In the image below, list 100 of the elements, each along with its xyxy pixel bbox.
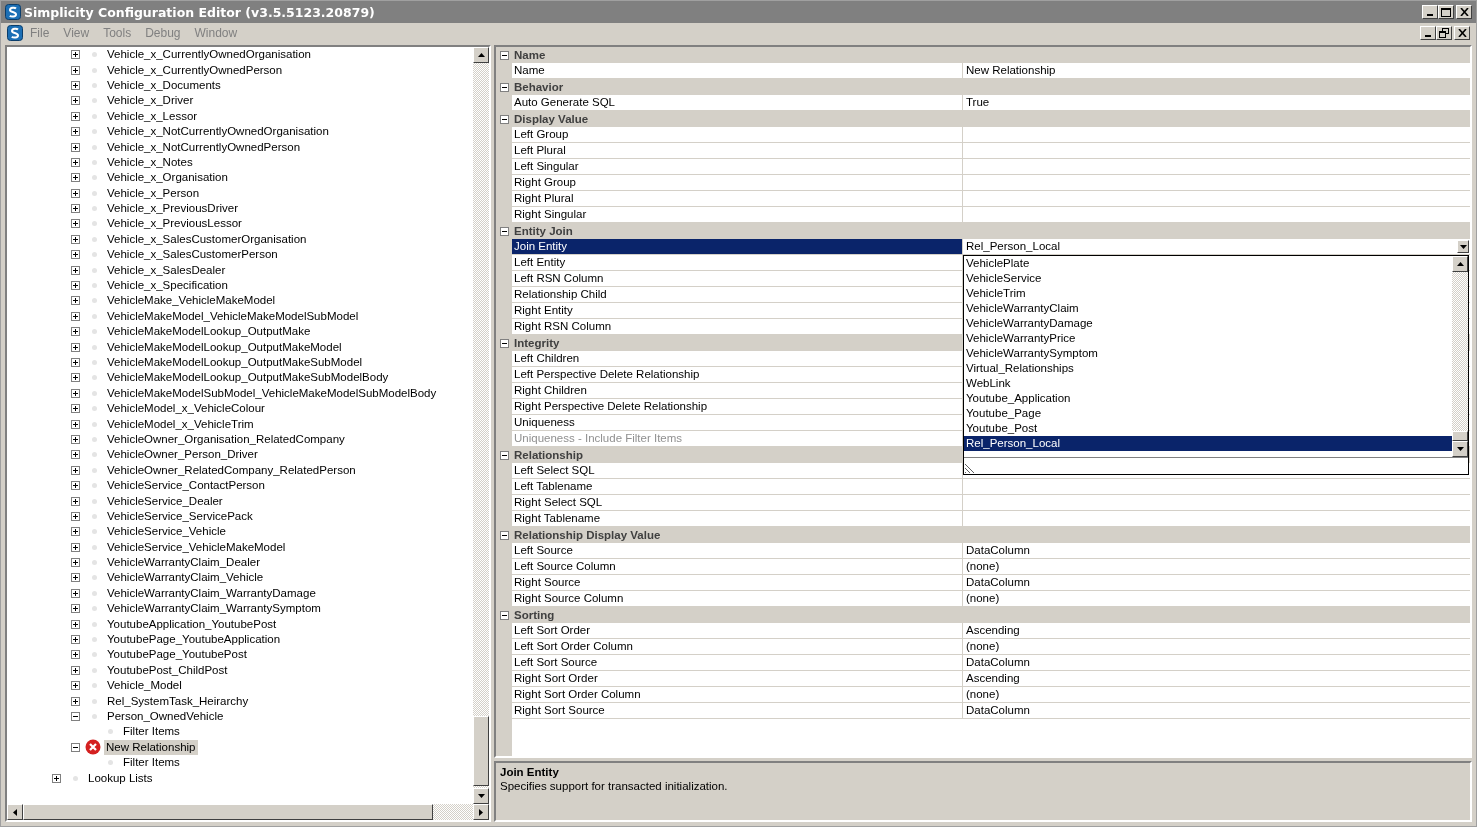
property-name[interactable]: Right RSN Column: [512, 319, 963, 334]
expander-icon[interactable]: [71, 481, 80, 491]
expander-icon[interactable]: [71, 142, 80, 152]
expander-icon[interactable]: [71, 527, 80, 537]
collapse-icon[interactable]: [499, 530, 509, 540]
tree-item[interactable]: VehicleService_Vehicle: [105, 524, 228, 540]
expander-icon[interactable]: [71, 696, 80, 706]
tree-item[interactable]: Vehicle_x_Lessor: [105, 108, 200, 124]
minimize-button[interactable]: [1420, 26, 1436, 40]
tree-item[interactable]: Vehicle_x_NotCurrentlyOwnedPerson: [105, 139, 303, 155]
tree-item[interactable]: New Relationship: [104, 739, 198, 755]
property-name[interactable]: Right Group: [512, 175, 963, 190]
property-name[interactable]: Left Children: [512, 351, 963, 366]
expander-icon[interactable]: [71, 296, 80, 306]
tree-item[interactable]: VehicleWarrantyClaim_Vehicle: [105, 570, 266, 586]
dropdown-option[interactable]: VehiclePlate: [964, 256, 1452, 271]
tree-item[interactable]: Vehicle_x_SalesCustomerOrganisation: [105, 231, 309, 247]
collapse-icon[interactable]: [499, 450, 509, 460]
scroll-left-button[interactable]: [7, 804, 23, 820]
dropdown-option[interactable]: Youtube_Application: [964, 391, 1452, 406]
property-name[interactable]: Left Source Column: [512, 559, 963, 574]
property-value[interactable]: Ascending: [963, 671, 1470, 686]
tree-item[interactable]: VehicleMakeModelLookup_OutputMake: [105, 324, 313, 340]
tree-item[interactable]: Vehicle_x_Documents: [105, 77, 223, 93]
dropdown-option[interactable]: VehicleService: [964, 271, 1452, 286]
tree-item[interactable]: Vehicle_x_Organisation: [105, 170, 230, 186]
property-value[interactable]: (none): [963, 687, 1470, 702]
minimize-button[interactable]: [1422, 5, 1438, 19]
property-name[interactable]: Right Source Column: [512, 591, 963, 606]
maximize-button[interactable]: [1438, 5, 1454, 19]
value-dropdown[interactable]: Rel_Person_Local: [963, 239, 1470, 254]
collapse-icon[interactable]: [499, 114, 509, 124]
expander-icon[interactable]: [71, 573, 80, 583]
property-value[interactable]: (none): [963, 639, 1470, 654]
expander-icon[interactable]: [71, 173, 80, 183]
tree-item[interactable]: Vehicle_x_SalesCustomerPerson: [105, 247, 280, 263]
expander-icon[interactable]: [71, 219, 80, 229]
expander-icon[interactable]: [71, 450, 80, 460]
property-name[interactable]: Left Sort Order: [512, 623, 963, 638]
expander-icon[interactable]: [71, 635, 80, 645]
property-value[interactable]: True: [963, 95, 1470, 110]
scroll-up-button[interactable]: [1452, 256, 1468, 272]
property-name[interactable]: Right Plural: [512, 191, 963, 206]
tree-item[interactable]: Vehicle_x_PreviousLessor: [105, 216, 244, 232]
tree-item[interactable]: VehicleMake_VehicleMakeModel: [105, 293, 278, 309]
property-name[interactable]: Right Singular: [512, 207, 963, 222]
expander-icon[interactable]: [71, 342, 80, 352]
tree-item[interactable]: Rel_SystemTask_Heirarchy: [105, 693, 251, 709]
property-value[interactable]: DataColumn: [963, 575, 1470, 590]
tree-item[interactable]: VehicleService_VehicleMakeModel: [105, 539, 288, 555]
tree-item[interactable]: VehicleService_ContactPerson: [105, 478, 267, 494]
scroll-up-button[interactable]: [473, 47, 489, 63]
tree-item[interactable]: Vehicle_x_NotCurrentlyOwnedOrganisation: [105, 124, 331, 140]
expander-icon[interactable]: [71, 604, 80, 614]
tree-item[interactable]: VehicleOwner_RelatedCompany_RelatedPerson: [105, 462, 358, 478]
property-name[interactable]: Relationship Child: [512, 287, 963, 302]
property-value[interactable]: (none): [963, 559, 1470, 574]
tree-item[interactable]: Person_OwnedVehicle: [105, 709, 226, 724]
expander-icon[interactable]: [71, 681, 80, 691]
tree-item[interactable]: VehicleMakeModel_VehicleMakeModelSubModel: [105, 308, 361, 324]
tree-item[interactable]: Vehicle_x_CurrentlyOwnedOrganisation: [105, 47, 313, 63]
collapse-icon[interactable]: [499, 226, 509, 236]
expander-icon[interactable]: [71, 712, 80, 721]
tree-item[interactable]: VehicleOwner_Person_Driver: [105, 447, 260, 463]
property-name[interactable]: Right Select SQL: [512, 495, 963, 510]
expander-icon[interactable]: [71, 588, 80, 598]
close-button[interactable]: [1454, 26, 1470, 40]
tree-item[interactable]: Lookup Lists: [86, 770, 155, 786]
expander-icon[interactable]: [71, 250, 80, 260]
property-name[interactable]: Auto Generate SQL: [512, 95, 963, 110]
collapse-icon[interactable]: [499, 50, 509, 60]
property-value[interactable]: New Relationship: [963, 63, 1470, 78]
collapse-icon[interactable]: [499, 338, 509, 348]
tree-item[interactable]: Vehicle_x_CurrentlyOwnedPerson: [105, 62, 285, 78]
dropdown-option[interactable]: Virtual_Relationships: [964, 361, 1452, 376]
tree-item[interactable]: VehicleWarrantyClaim_Dealer: [105, 555, 262, 571]
expander-icon[interactable]: [71, 157, 80, 167]
expander-icon[interactable]: [71, 234, 80, 244]
expander-icon[interactable]: [71, 281, 80, 291]
expander-icon[interactable]: [71, 465, 80, 475]
dropdown-option[interactable]: VehicleWarrantySymptom: [964, 346, 1452, 361]
expander-icon[interactable]: [71, 419, 80, 429]
dropdown-option[interactable]: Youtube_Page: [964, 406, 1452, 421]
expander-icon[interactable]: [71, 404, 80, 414]
tree-item[interactable]: Vehicle_x_Person: [105, 185, 202, 201]
vertical-scrollbar[interactable]: [1452, 256, 1468, 457]
expander-icon[interactable]: [71, 388, 80, 398]
expander-icon[interactable]: [71, 80, 80, 90]
tree-item[interactable]: VehicleWarrantyClaim_WarrantySymptom: [105, 601, 323, 617]
expander-icon[interactable]: [71, 188, 80, 198]
collapse-icon[interactable]: [499, 82, 509, 92]
property-name[interactable]: Left Plural: [512, 143, 963, 158]
expander-icon[interactable]: [71, 311, 80, 321]
expander-icon[interactable]: [52, 773, 61, 783]
dropdown-option[interactable]: VehicleWarrantyClaim: [964, 301, 1452, 316]
tree-item[interactable]: VehicleMakeModelLookup_OutputMakeModel: [105, 339, 344, 355]
tree-item[interactable]: VehicleMakeModelLookup_OutputMakeSubModel: [105, 355, 365, 370]
scroll-down-button[interactable]: [473, 788, 489, 804]
property-name[interactable]: Join Entity: [512, 239, 963, 254]
property-value[interactable]: Ascending: [963, 623, 1470, 638]
